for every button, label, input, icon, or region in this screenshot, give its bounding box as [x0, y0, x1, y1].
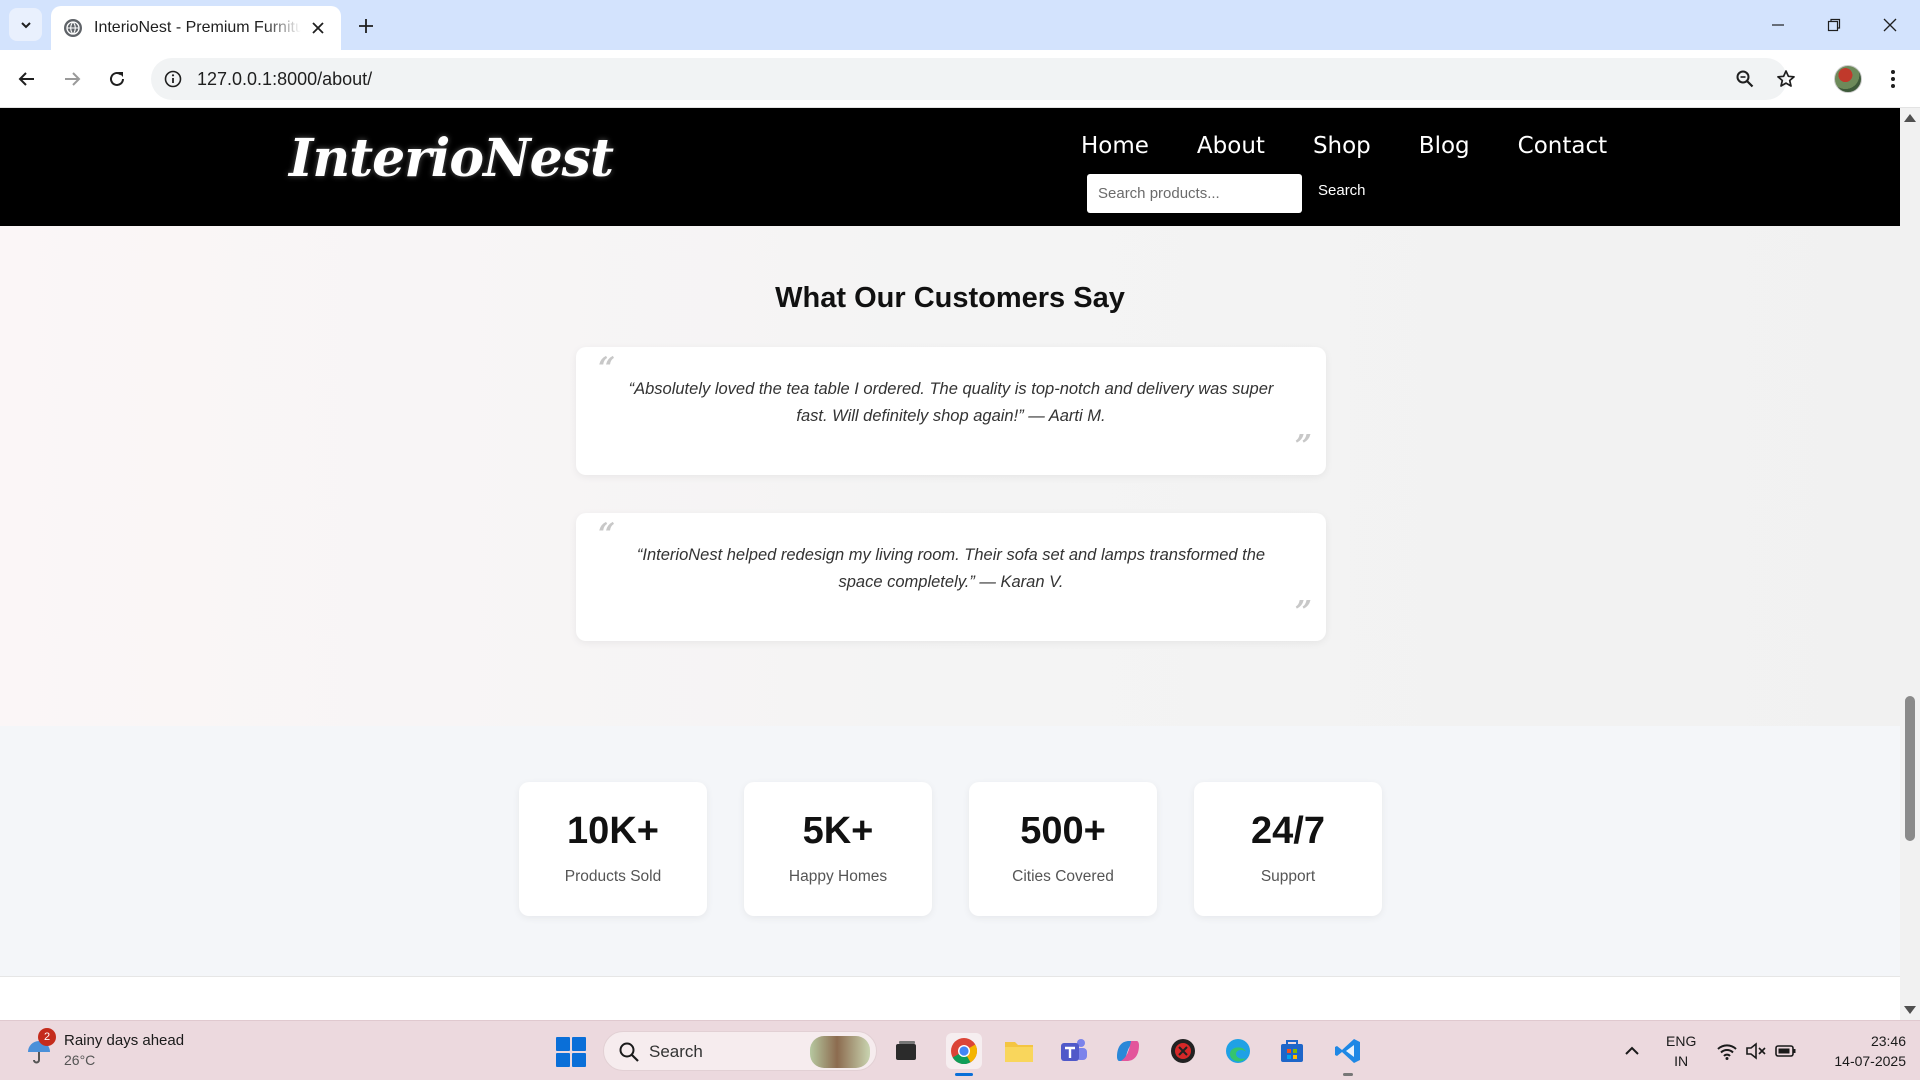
store-icon[interactable] [1274, 1033, 1310, 1069]
site-logo[interactable]: InterioNest [289, 128, 614, 189]
nav-blog[interactable]: Blog [1419, 133, 1470, 159]
file-explorer-icon[interactable] [1001, 1033, 1037, 1069]
wifi-icon[interactable] [1716, 1040, 1738, 1062]
search-highlight-image [810, 1036, 870, 1068]
kebab-menu-icon[interactable] [1877, 63, 1909, 95]
profile-avatar[interactable] [1834, 65, 1862, 93]
tab-title: InterioNest - Premium Furniture [94, 19, 301, 36]
stat-card: 500+ Cities Covered [969, 782, 1157, 916]
stat-label: Cities Covered [1012, 868, 1114, 885]
taskbar: 2 Rainy days ahead 26°C Search ENG IN 23… [0, 1020, 1920, 1080]
testimonial-card: “ “Absolutely loved the tea table I orde… [576, 347, 1326, 475]
language-indicator[interactable]: ENG IN [1666, 1031, 1696, 1071]
battery-icon[interactable] [1775, 1040, 1797, 1062]
volume-muted-icon[interactable] [1745, 1040, 1767, 1062]
search-button[interactable]: Search [1318, 182, 1366, 199]
task-view-icon[interactable] [888, 1033, 924, 1069]
tab-list-button[interactable] [9, 8, 42, 41]
globe-icon [64, 19, 82, 37]
teams-icon[interactable] [1056, 1033, 1092, 1069]
stat-value: 5K+ [802, 810, 874, 852]
region-code: IN [1674, 1053, 1689, 1069]
main-nav: Home About Shop Blog Contact [1081, 133, 1655, 159]
language-code: ENG [1666, 1033, 1697, 1049]
open-app-indicator [1343, 1073, 1353, 1076]
section-title: What Our Customers Say [775, 282, 1125, 314]
zoom-icon[interactable] [1733, 67, 1757, 91]
address-bar[interactable]: 127.0.0.1:8000/about/ [151, 58, 1795, 100]
notification-badge: 2 [38, 1028, 56, 1046]
testimonial-card: “ “InterioNest helped redesign my living… [576, 513, 1326, 641]
nav-home[interactable]: Home [1081, 133, 1149, 159]
stat-card: 5K+ Happy Homes [744, 782, 932, 916]
open-quote-icon: “ [598, 517, 616, 552]
open-quote-icon: “ [598, 351, 616, 386]
next-section [0, 976, 1900, 1020]
scroll-down-icon[interactable] [1904, 1006, 1916, 1014]
restore-icon[interactable] [1806, 0, 1862, 50]
copilot-icon[interactable] [1110, 1033, 1146, 1069]
testimonial-text: “InterioNest helped redesign my living r… [636, 546, 1266, 591]
taskbar-search[interactable]: Search [603, 1031, 877, 1071]
reload-icon[interactable] [101, 63, 133, 95]
window-close-icon[interactable] [1862, 0, 1918, 50]
taskbar-search-label: Search [649, 1042, 703, 1061]
clock-date: 14-07-2025 [1834, 1053, 1906, 1069]
search-input[interactable] [1087, 174, 1302, 213]
url-text[interactable]: 127.0.0.1:8000/about/ [197, 69, 372, 90]
edge-icon[interactable] [1220, 1033, 1256, 1069]
browser-tab-active[interactable]: InterioNest - Premium Furniture [51, 6, 341, 50]
chevron-up-icon[interactable] [1620, 1041, 1644, 1061]
nav-about[interactable]: About [1197, 133, 1265, 159]
red-app-icon[interactable] [1165, 1033, 1201, 1069]
close-quote-icon: ” [1294, 429, 1312, 464]
star-icon[interactable] [1774, 67, 1798, 91]
clock-time: 23:46 [1870, 1033, 1906, 1049]
vscode-icon[interactable] [1330, 1033, 1366, 1069]
nav-shop[interactable]: Shop [1313, 133, 1371, 159]
close-quote-icon: ” [1294, 595, 1312, 630]
arrow-right-icon[interactable] [56, 63, 88, 95]
stat-card: 10K+ Products Sold [519, 782, 707, 916]
arrow-left-icon[interactable] [11, 63, 43, 95]
stat-label: Products Sold [564, 868, 662, 885]
system-clock[interactable]: 23:46 14-07-2025 [1810, 1031, 1906, 1071]
chevron-down-icon [20, 21, 31, 28]
stat-value: 500+ [1020, 810, 1106, 852]
nav-contact[interactable]: Contact [1518, 133, 1607, 159]
testimonial-text: “Absolutely loved the tea table I ordere… [628, 380, 1274, 425]
search-icon [619, 1042, 639, 1062]
minimize-icon[interactable] [1750, 0, 1806, 50]
close-icon[interactable] [307, 17, 329, 39]
stat-label: Support [1260, 868, 1316, 885]
info-icon[interactable] [161, 67, 185, 91]
weather-temp: 26°C [64, 1052, 96, 1068]
testimonials-section: What Our Customers Say “ “Absolutely lov… [0, 226, 1900, 726]
plus-icon[interactable] [352, 12, 380, 40]
stat-label: Happy Homes [788, 868, 888, 885]
scrollbar-thumb[interactable] [1905, 696, 1915, 841]
stat-card: 24/7 Support [1194, 782, 1382, 916]
browser-tabstrip: InterioNest - Premium Furniture [0, 0, 1920, 50]
stat-value: 24/7 [1251, 810, 1325, 852]
active-app-indicator [955, 1073, 973, 1076]
site-header: InterioNest Home About Shop Blog Contact… [0, 108, 1900, 226]
page-viewport: InterioNest Home About Shop Blog Contact… [0, 108, 1900, 1020]
browser-toolbar: 127.0.0.1:8000/about/ [0, 50, 1920, 108]
stats-section: 10K+ Products Sold 5K+ Happy Homes 500+ … [0, 726, 1900, 976]
scroll-up-icon[interactable] [1904, 114, 1916, 122]
stat-value: 10K+ [567, 810, 659, 852]
page-scrollbar[interactable] [1900, 108, 1920, 1020]
chrome-icon[interactable] [946, 1033, 982, 1069]
weather-widget[interactable]: 2 Rainy days ahead 26°C [22, 1028, 222, 1073]
windows-start-icon[interactable] [556, 1037, 586, 1067]
weather-title: Rainy days ahead [64, 1032, 185, 1049]
